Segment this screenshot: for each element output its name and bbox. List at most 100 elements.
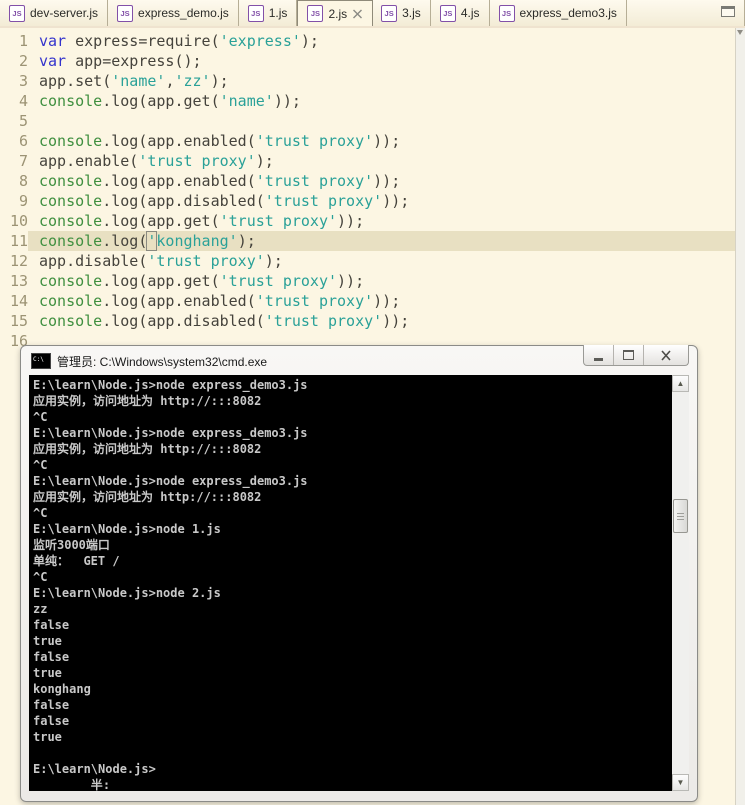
console-line: E:\learn\Node.js>node express_demo3.js bbox=[33, 474, 308, 488]
code-line-content[interactable]: console.log(app.enabled('trust proxy')); bbox=[28, 291, 736, 311]
scroll-down-icon[interactable]: ▼ bbox=[672, 774, 689, 791]
code-line: 7 app.enable('trust proxy'); bbox=[0, 151, 736, 171]
minimize-button[interactable] bbox=[584, 345, 614, 365]
console-line: false bbox=[33, 698, 70, 712]
console-line: E:\learn\Node.js>node express_demo3.js bbox=[33, 426, 308, 440]
code-line: 4 console.log(app.get('name')); bbox=[0, 91, 736, 111]
overview-ruler[interactable] bbox=[735, 28, 745, 805]
console-line: false bbox=[33, 618, 70, 632]
console-scrollbar[interactable]: ▲ ▼ bbox=[672, 375, 689, 791]
code-area[interactable]: 1 var express=require('express'); 2 var app… bbox=[0, 31, 736, 351]
line-number: 1 bbox=[18, 32, 28, 50]
code-line: 5 bbox=[0, 111, 736, 131]
tab-bar: JS dev-server.js JS express_demo.js JS 1.js JS… bbox=[0, 0, 745, 28]
console-line: 应用实例，访问地址为 http://:::8082 bbox=[33, 394, 262, 408]
tab-3.js[interactable]: JS 3.js bbox=[372, 0, 431, 26]
line-number: 15 bbox=[9, 312, 28, 330]
cmd-window: C:\ 管理员: C:\Windows\system32\cmd.exe E:\… bbox=[20, 345, 698, 802]
console-line: E:\learn\Node.js>node express_demo3.js bbox=[33, 378, 308, 392]
console-line: konghang bbox=[33, 682, 91, 696]
code-line-content[interactable]: app.disable('trust proxy'); bbox=[28, 251, 736, 271]
minimize-view-icon[interactable] bbox=[721, 6, 735, 17]
tab-close-icon[interactable] bbox=[352, 9, 363, 19]
code-line-content[interactable]: app.set('name','zz'); bbox=[28, 71, 736, 91]
code-line-content[interactable]: console.log('konghang'); bbox=[28, 231, 736, 251]
code-line: 9 console.log(app.disabled('trust proxy')… bbox=[0, 191, 736, 211]
code-line: 8 console.log(app.enabled('trust proxy'))… bbox=[0, 171, 736, 191]
line-number: 4 bbox=[18, 92, 28, 110]
code-line-content[interactable]: console.log(app.disabled('trust proxy'))… bbox=[28, 311, 736, 331]
tab-1.js[interactable]: JS 1.js bbox=[239, 0, 298, 26]
code-line-content[interactable]: var express=require('express'); bbox=[28, 31, 736, 51]
console-line: ^C bbox=[33, 506, 48, 520]
code-line-content[interactable]: var app=express(); bbox=[28, 51, 736, 71]
thumb-grip-icon bbox=[677, 513, 684, 521]
console-line: false bbox=[33, 714, 70, 728]
caption-buttons bbox=[583, 345, 689, 366]
console-output: E:\learn\Node.js>node express_demo3.js 应用… bbox=[33, 377, 671, 791]
code-line-content[interactable]: console.log(app.get('trust proxy')); bbox=[28, 211, 736, 231]
tab-express_demo3.js[interactable]: JS express_demo3.js bbox=[490, 0, 627, 26]
code-line: 6 console.log(app.enabled('trust proxy'))… bbox=[0, 131, 736, 151]
js-file-icon: JS bbox=[117, 4, 134, 22]
console-line: true bbox=[33, 730, 62, 744]
console-line: 应用实例，访问地址为 http://:::8082 bbox=[33, 490, 262, 504]
console-line: 单纯： GET / bbox=[33, 554, 120, 568]
tab-label: 3.js bbox=[402, 6, 421, 20]
line-number: 3 bbox=[18, 72, 28, 90]
line-number: 13 bbox=[9, 272, 28, 290]
code-line: 1 var express=require('express'); bbox=[0, 31, 736, 51]
console-line: true bbox=[33, 666, 62, 680]
console-line: 应用实例，访问地址为 http://:::8082 bbox=[33, 442, 262, 456]
console-line: E:\learn\Node.js>node 2.js bbox=[33, 586, 221, 600]
tab-label: 1.js bbox=[268, 6, 288, 20]
line-number: 12 bbox=[9, 252, 28, 270]
code-line: 2 var app=express(); bbox=[0, 51, 736, 71]
code-line-content[interactable]: console.log(app.enabled('trust proxy')); bbox=[28, 131, 736, 151]
tab-label: dev-server.js bbox=[30, 6, 99, 20]
scrollbar-thumb[interactable] bbox=[673, 499, 688, 533]
console-area[interactable]: E:\learn\Node.js>node express_demo3.js 应用… bbox=[29, 375, 689, 791]
line-number: 7 bbox=[18, 152, 28, 170]
maximize-icon bbox=[623, 350, 634, 360]
tab-label: express_demo.js bbox=[138, 6, 229, 20]
maximize-button[interactable] bbox=[614, 345, 644, 365]
code-line-content[interactable]: console.log(app.disabled('trust proxy'))… bbox=[28, 191, 736, 211]
tab-label: express_demo3.js bbox=[519, 6, 617, 20]
code-line-content[interactable]: console.log(app.enabled('trust proxy')); bbox=[28, 171, 736, 191]
tab-2.js[interactable]: JS 2.js bbox=[297, 0, 374, 26]
ime-half-width-indicator: 半 bbox=[90, 778, 103, 791]
code-line-content[interactable]: console.log(app.get('name')); bbox=[28, 91, 736, 111]
tab-label: 2.js bbox=[328, 6, 348, 21]
line-number: 5 bbox=[18, 112, 28, 130]
tab-dev-server.js[interactable]: JS dev-server.js bbox=[0, 0, 109, 26]
close-button[interactable] bbox=[644, 345, 688, 365]
js-file-icon: JS bbox=[498, 4, 515, 22]
js-file-icon: JS bbox=[307, 5, 324, 22]
js-file-icon: JS bbox=[381, 4, 398, 22]
console-line: ^C bbox=[33, 570, 48, 584]
console-line: 监听3000端口 bbox=[33, 538, 110, 552]
code-line-content[interactable]: app.enable('trust proxy'); bbox=[28, 151, 736, 171]
console-line: E:\learn\Node.js>node 1.js bbox=[33, 522, 221, 536]
js-file-icon: JS bbox=[439, 4, 456, 22]
line-number: 10 bbox=[9, 212, 28, 230]
code-line: 13 console.log(app.get('trust proxy')); bbox=[0, 271, 736, 291]
console-line: ^C bbox=[33, 458, 48, 472]
code-line-content[interactable] bbox=[28, 111, 736, 131]
scroll-up-icon[interactable]: ▲ bbox=[672, 375, 689, 392]
line-number: 2 bbox=[18, 52, 28, 70]
js-file-icon: JS bbox=[9, 4, 25, 22]
code-line-content[interactable]: console.log(app.get('trust proxy')); bbox=[28, 271, 736, 291]
console-line: true bbox=[33, 634, 62, 648]
code-line: 12 app.disable('trust proxy'); bbox=[0, 251, 736, 271]
console-line: ^C bbox=[33, 410, 48, 424]
console-line: E:\learn\Node.js> bbox=[33, 762, 156, 776]
tab-4.js[interactable]: JS 4.js bbox=[431, 0, 490, 26]
cmd-icon: C:\ bbox=[31, 353, 51, 369]
console-line: false bbox=[33, 650, 70, 664]
line-number: 14 bbox=[9, 292, 28, 310]
code-line: 15 console.log(app.disabled('trust proxy'… bbox=[0, 311, 736, 331]
tab-express_demo.js[interactable]: JS express_demo.js bbox=[108, 0, 239, 26]
